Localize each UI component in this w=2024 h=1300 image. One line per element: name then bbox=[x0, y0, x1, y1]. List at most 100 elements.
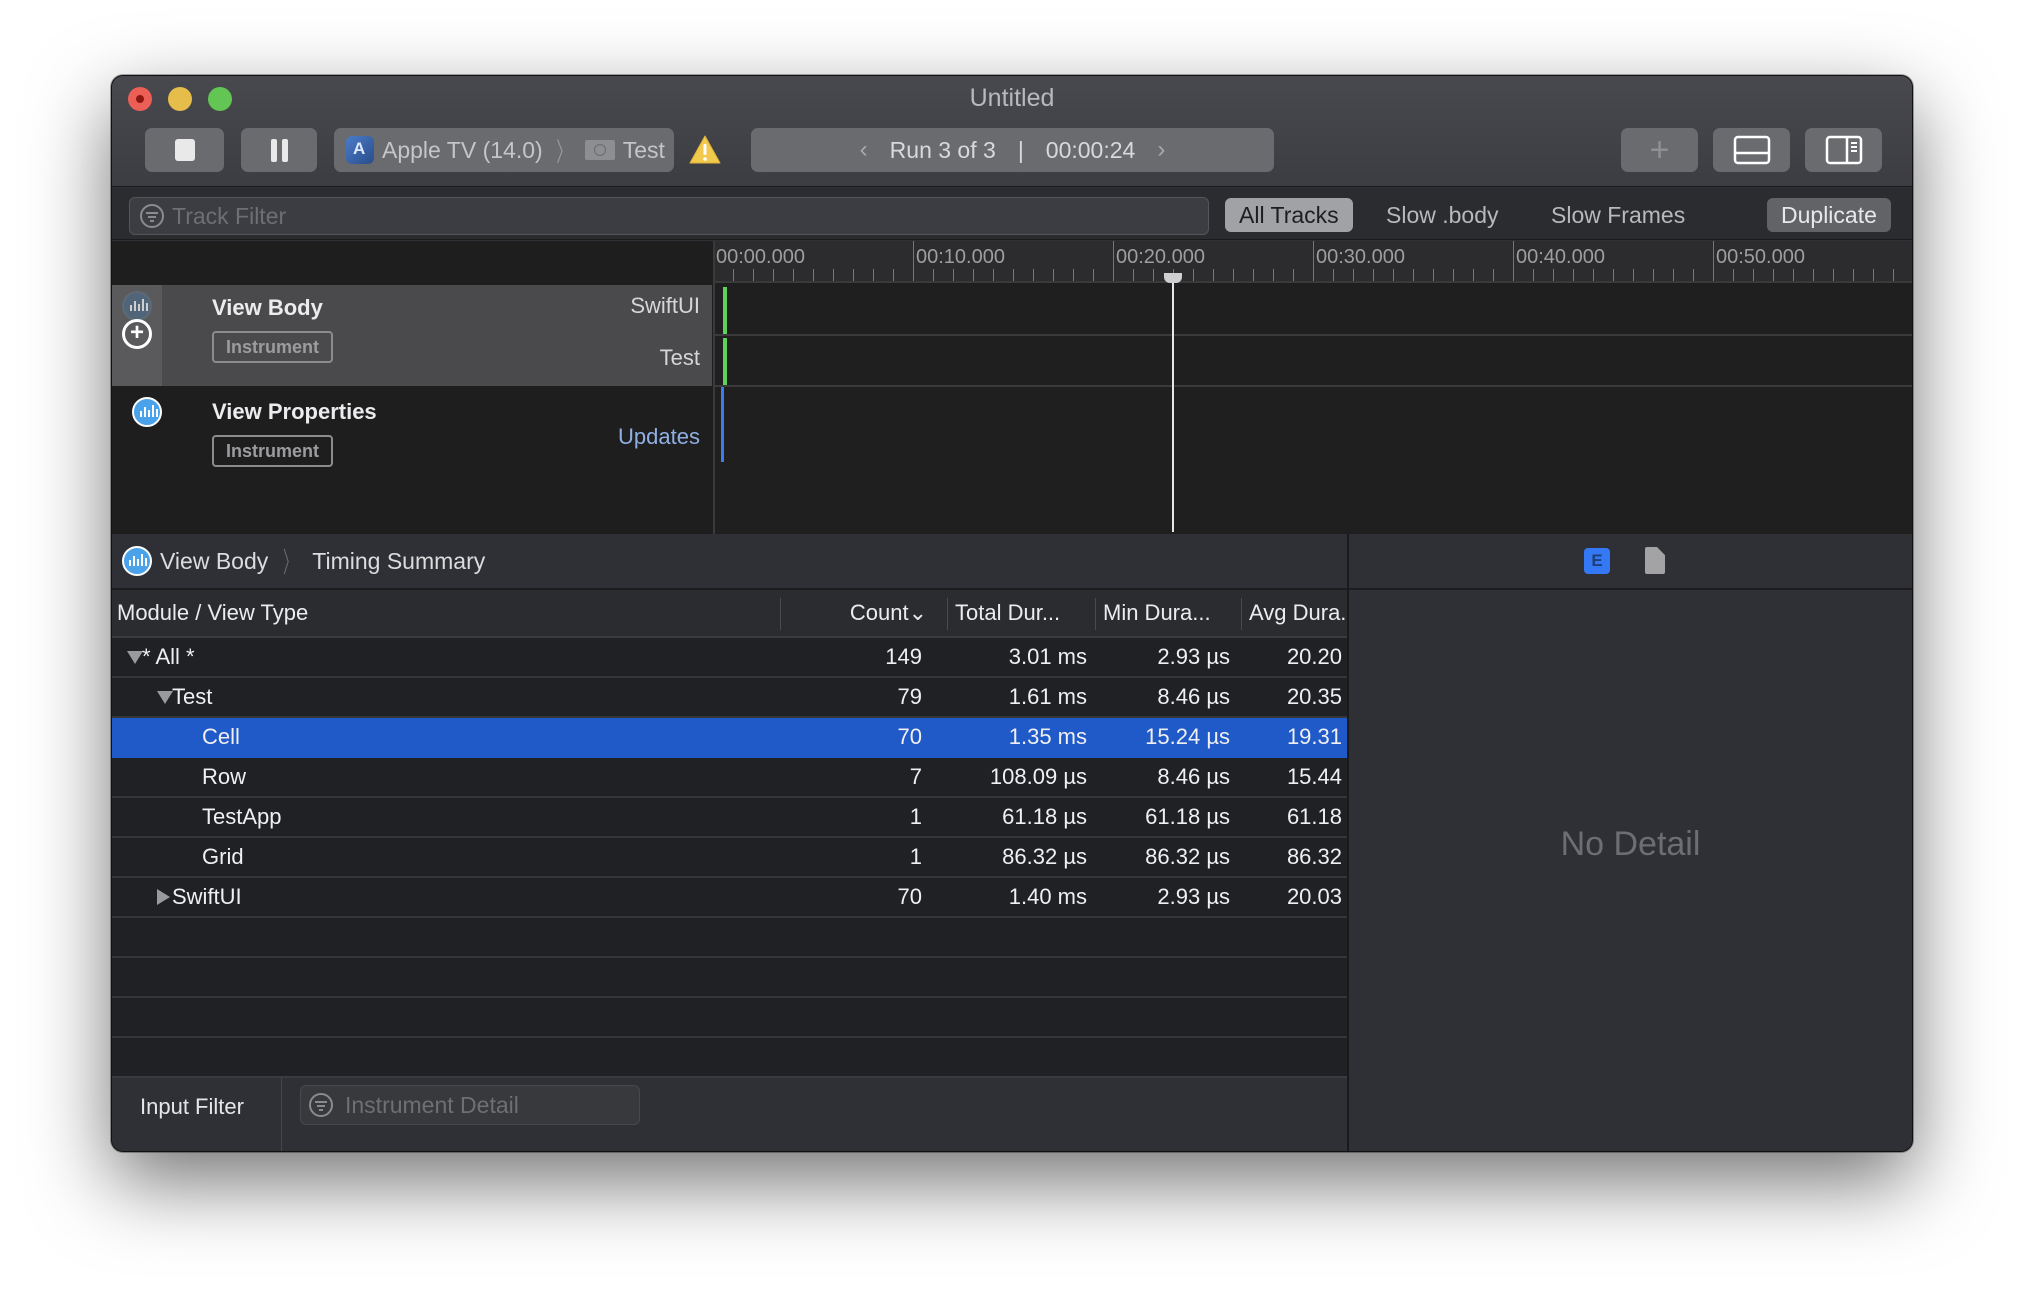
ruler-minor-tick bbox=[1813, 269, 1814, 281]
ruler-minor-tick bbox=[1493, 269, 1494, 281]
scope-slow-frames[interactable]: Slow Frames bbox=[1537, 198, 1699, 232]
cell-name: SwiftUI bbox=[172, 884, 242, 909]
lane-label-swiftui: SwiftUI bbox=[630, 293, 700, 318]
track-filter-input[interactable] bbox=[172, 202, 1208, 230]
table-row[interactable]: Grid 1 86.32 µs 86.32 µs 86.32 bbox=[112, 838, 1347, 878]
disclosure-triangle-closed-icon[interactable] bbox=[157, 889, 170, 905]
ruler-minor-tick bbox=[1773, 269, 1774, 281]
ruler-major-tick bbox=[1113, 241, 1114, 281]
ruler-minor-tick bbox=[1093, 269, 1094, 281]
warning-icon[interactable] bbox=[688, 133, 722, 167]
inspector-panel: No Detail bbox=[1349, 590, 1912, 1151]
sort-descending-icon: ⌄ bbox=[908, 600, 927, 625]
column-avg-duration[interactable]: Avg Dura. bbox=[1249, 590, 1347, 636]
track-filter-field[interactable] bbox=[129, 197, 1209, 235]
run-label: Run 3 of 3 bbox=[889, 136, 996, 163]
device-label: Apple TV (14.0) bbox=[382, 136, 543, 163]
toggle-detail-area-button[interactable] bbox=[1713, 128, 1790, 172]
ruler-minor-tick bbox=[1433, 269, 1434, 281]
lane-updates[interactable] bbox=[715, 387, 1912, 534]
cell-total-duration: 86.32 µs bbox=[1002, 844, 1087, 869]
ruler-label: 00:30.000 bbox=[1316, 246, 1405, 268]
table-row[interactable]: SwiftUI 70 1.40 ms 2.93 µs 20.03 bbox=[112, 878, 1347, 918]
timing-summary-table: Module / View Type Count⌄ Total Dur... M… bbox=[112, 590, 1347, 1118]
cell-count: 70 bbox=[897, 724, 922, 749]
ruler-minor-tick bbox=[1553, 269, 1554, 281]
lane-swiftui[interactable] bbox=[715, 285, 1912, 336]
ruler-minor-tick bbox=[1133, 269, 1134, 281]
scope-slow-body[interactable]: Slow .body bbox=[1372, 198, 1513, 232]
ruler-minor-tick bbox=[813, 269, 814, 281]
toggle-inspector-button[interactable] bbox=[1805, 128, 1882, 172]
table-row[interactable]: * All * 149 3.01 ms 2.93 µs 20.20 bbox=[112, 638, 1347, 678]
add-track-plus-icon[interactable]: + bbox=[122, 319, 152, 349]
ruler-label: 00:50.000 bbox=[1716, 246, 1805, 268]
table-row[interactable]: Cell 70 1.35 ms 15.24 µs 19.31 bbox=[112, 718, 1347, 758]
target-label: Test bbox=[622, 136, 665, 163]
column-count[interactable]: Count⌄ bbox=[780, 590, 937, 636]
stop-icon bbox=[174, 139, 195, 161]
lane-event-marker[interactable] bbox=[721, 387, 724, 462]
app-icon bbox=[346, 136, 374, 164]
run-selector[interactable]: ‹ Run 3 of 3 | 00:00:24 › bbox=[751, 128, 1274, 172]
lane-event-marker[interactable] bbox=[723, 338, 727, 385]
ruler-minor-tick bbox=[1193, 269, 1194, 281]
ruler-minor-tick bbox=[1893, 269, 1894, 281]
filter-icon bbox=[140, 204, 164, 228]
previous-run-button[interactable]: ‹ bbox=[860, 136, 868, 164]
ruler-minor-tick bbox=[1833, 269, 1834, 281]
column-total-duration[interactable]: Total Dur... bbox=[955, 590, 1095, 636]
playhead-handle[interactable] bbox=[1164, 273, 1182, 283]
instrument-detail-input[interactable] bbox=[345, 1091, 639, 1119]
duplicate-button[interactable]: Duplicate bbox=[1767, 198, 1891, 232]
column-divider[interactable] bbox=[1241, 598, 1242, 630]
extended-detail-icon[interactable]: E bbox=[1584, 548, 1610, 574]
ruler-minor-tick bbox=[1653, 269, 1654, 281]
input-filter-button[interactable]: Input Filter bbox=[140, 1094, 244, 1120]
device-target-selector[interactable]: Apple TV (14.0) 〉 Test bbox=[334, 128, 674, 172]
cell-count: 79 bbox=[897, 684, 922, 709]
next-run-button[interactable]: › bbox=[1157, 136, 1165, 164]
ruler-minor-tick bbox=[1013, 269, 1014, 281]
table-row[interactable]: TestApp 1 61.18 µs 61.18 µs 61.18 bbox=[112, 798, 1347, 838]
document-icon[interactable] bbox=[1645, 547, 1665, 574]
cell-name: * All * bbox=[142, 644, 195, 669]
column-min-duration[interactable]: Min Dura... bbox=[1103, 590, 1243, 636]
track-view-body[interactable]: + View Body Instrument SwiftUI Test bbox=[112, 285, 712, 386]
run-duration: 00:00:24 bbox=[1045, 136, 1136, 163]
disclosure-triangle-open-icon[interactable] bbox=[127, 651, 143, 664]
right-panel-icon bbox=[1825, 135, 1862, 165]
stop-recording-button[interactable] bbox=[145, 128, 224, 172]
breadcrumb-instrument[interactable]: View Body bbox=[160, 548, 268, 575]
disclosure-triangle-open-icon[interactable] bbox=[157, 691, 173, 704]
instrument-detail-filter[interactable] bbox=[300, 1085, 640, 1125]
track-name: View Properties bbox=[212, 399, 377, 424]
table-row[interactable]: Test 79 1.61 ms 8.46 µs 20.35 bbox=[112, 678, 1347, 718]
ruler-minor-tick bbox=[1873, 269, 1874, 281]
scope-all-tracks[interactable]: All Tracks bbox=[1225, 198, 1353, 232]
add-instrument-button[interactable]: + bbox=[1621, 128, 1698, 172]
chevron-right-icon: 〉 bbox=[283, 547, 298, 578]
inspector-tabs: E bbox=[1349, 534, 1912, 590]
cell-total-duration: 3.01 ms bbox=[1008, 644, 1087, 669]
lane-test[interactable] bbox=[715, 336, 1912, 387]
track-view-properties[interactable]: View Properties Instrument Updates bbox=[112, 387, 712, 534]
breadcrumb-view[interactable]: Timing Summary bbox=[312, 548, 485, 575]
instruments-window: Untitled Apple TV (14.0) 〉 Test ‹ Run 3 … bbox=[111, 75, 1913, 1152]
ruler-minor-tick bbox=[1413, 269, 1414, 281]
table-row[interactable]: Row 7 108.09 µs 8.46 µs 15.44 bbox=[112, 758, 1347, 798]
ruler-minor-tick bbox=[1233, 269, 1234, 281]
time-ruler[interactable]: 00:00.000 00:10.000 00:20.000 00:30.000 00:4… bbox=[713, 241, 1912, 283]
bottom-panel-icon bbox=[1733, 135, 1770, 165]
ruler-minor-tick bbox=[1593, 269, 1594, 281]
lane-event-marker[interactable] bbox=[723, 287, 727, 334]
empty-table-row bbox=[112, 918, 1347, 958]
column-divider[interactable] bbox=[947, 598, 948, 630]
playhead-line[interactable] bbox=[1172, 283, 1174, 532]
column-module-view-type[interactable]: Module / View Type bbox=[117, 590, 717, 636]
pause-recording-button[interactable] bbox=[241, 128, 317, 172]
cell-count: 1 bbox=[909, 804, 922, 829]
run-separator: | bbox=[1017, 136, 1024, 163]
column-divider[interactable] bbox=[1095, 598, 1096, 630]
ruler-minor-tick bbox=[1373, 269, 1374, 281]
